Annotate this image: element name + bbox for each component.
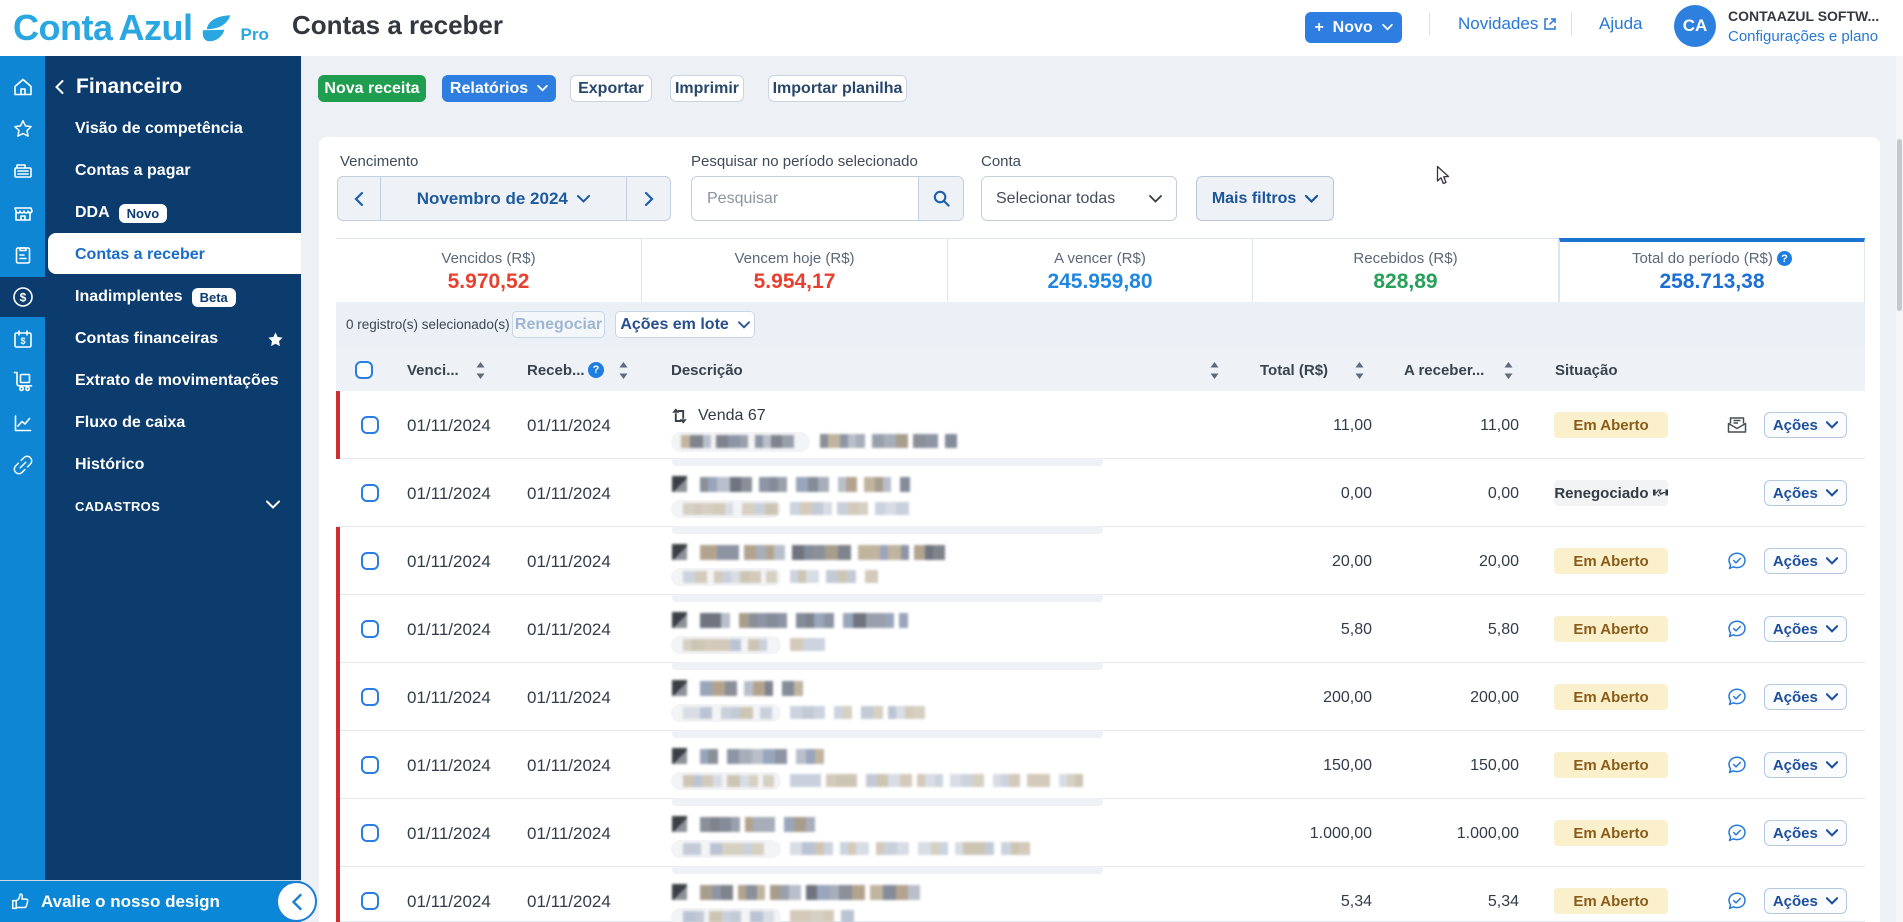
svg-text:$: $ (19, 291, 26, 305)
svg-text:$: $ (20, 336, 25, 346)
